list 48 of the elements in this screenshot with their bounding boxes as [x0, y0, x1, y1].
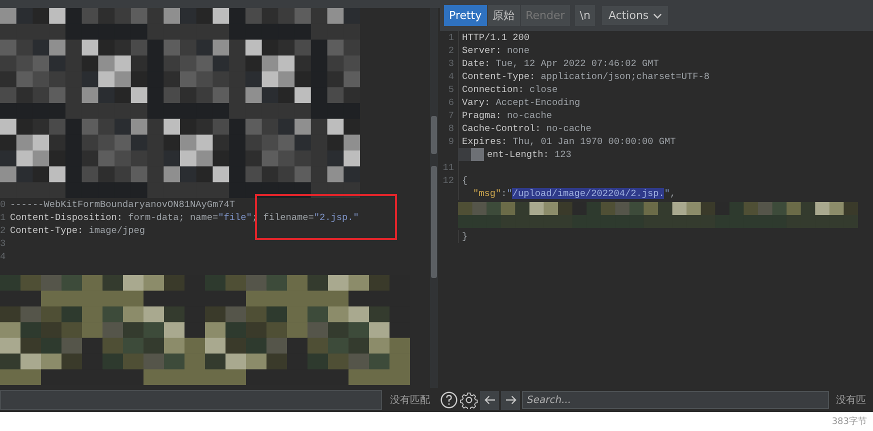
code-line: ------WebKitFormBoundaryanovON81NAyGm74T: [10, 198, 236, 211]
scrollbar[interactable]: [430, 8, 438, 388]
line-number: 6: [440, 96, 459, 109]
pixelated-area: [458, 148, 484, 161]
left-arrow-icon: [484, 395, 496, 405]
code-line: Content-Type: image/jpeg: [10, 224, 146, 237]
line-number: 4: [0, 250, 7, 263]
code-line: "msg":"/upload/image/202204/2.jsp.",: [473, 187, 676, 200]
code-line: ent-Length: 123: [487, 148, 572, 161]
search-field[interactable]: Search...: [522, 391, 829, 409]
caret-icon: [652, 12, 662, 18]
code-line: Cache-Control: no-cache: [462, 122, 592, 135]
line-number: 4: [440, 70, 459, 83]
line-number: 2: [0, 224, 7, 237]
code-line: {: [462, 174, 468, 187]
line-number: 7: [440, 109, 459, 122]
code-line: Pragma: no-cache: [462, 109, 552, 122]
line-number: 11: [440, 161, 459, 174]
code-line: Connection: close: [462, 83, 558, 96]
line-number: 3: [0, 237, 7, 250]
line-number: 12: [440, 174, 459, 187]
view-tab[interactable]: \n: [574, 5, 596, 26]
next-button[interactable]: [501, 390, 520, 410]
search-field[interactable]: [0, 390, 382, 410]
code-line: Date: Tue, 12 Apr 2022 07:46:02 GMT: [462, 57, 659, 70]
line-number: 8: [440, 122, 459, 135]
match-status: 没有匹: [836, 394, 866, 407]
actions-button[interactable]: Actions: [602, 6, 668, 25]
code-line: Expires: Thu, 01 Jan 1970 00:00:00 GMT: [462, 135, 676, 148]
code-line: Vary: Accept-Encoding: [462, 96, 580, 109]
view-tab[interactable]: Pretty: [444, 5, 487, 26]
line-number: 1: [0, 211, 7, 224]
code-line: }: [462, 230, 468, 243]
code-line: Content-Type: application/json;charset=UTF-8: [462, 70, 710, 83]
view-tab[interactable]: 原始: [488, 5, 520, 26]
code-line: Server: none: [462, 44, 530, 57]
settings-icon[interactable]: [460, 391, 478, 409]
line-number: 5: [440, 83, 459, 96]
previous-button[interactable]: [480, 390, 499, 410]
help-icon[interactable]: [440, 391, 458, 409]
right-arrow-icon: [504, 395, 516, 405]
code-line: HTTP/1.1 200: [462, 31, 530, 44]
line-number: 1: [440, 31, 459, 44]
match-status: 没有匹配: [390, 394, 430, 407]
line-number: 3: [440, 57, 459, 70]
line-number: 2: [440, 44, 459, 57]
line-number: 0: [0, 198, 7, 211]
response-size: 383字节: [832, 416, 867, 428]
